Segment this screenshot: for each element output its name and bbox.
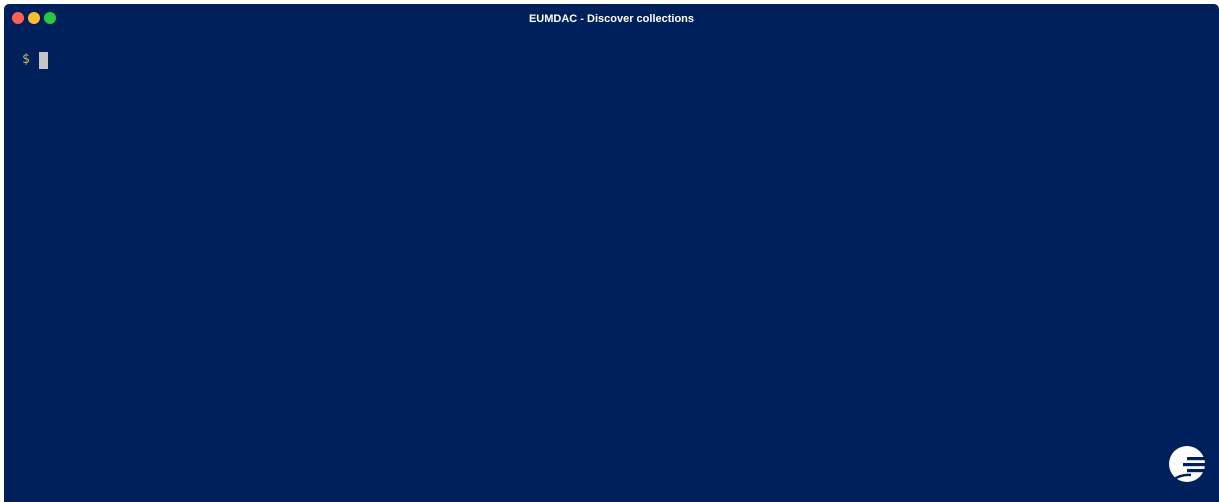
text-cursor: [38, 51, 48, 69]
window-title: EUMDAC - Discover collections: [528, 13, 695, 25]
terminal-area[interactable]: $: [22, 51, 48, 69]
terminal-window: EUMDAC - Discover collections $: [4, 4, 1219, 502]
title-bar: EUMDAC - Discover collections: [4, 4, 1219, 32]
eumetsat-logo-icon: [1161, 438, 1213, 490]
eumetsat-logo-svg: [1169, 446, 1207, 482]
shell-prompt: $: [22, 52, 30, 67]
